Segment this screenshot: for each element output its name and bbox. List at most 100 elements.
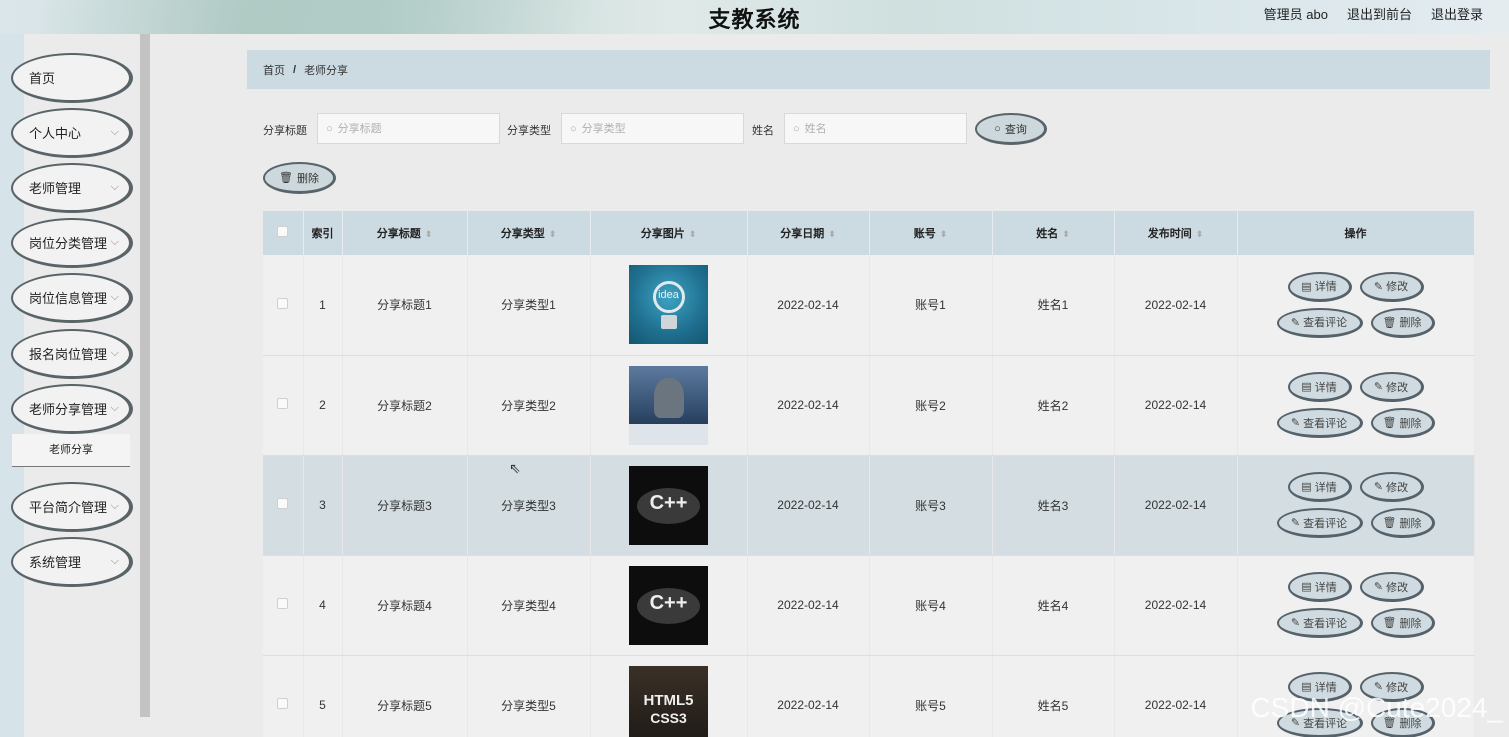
hooded-person-figure [654, 377, 684, 418]
share-image-idea[interactable]: idea [629, 265, 708, 345]
thumb-caption: idea [658, 289, 679, 302]
col-account[interactable]: 账号 ⬍ [869, 211, 993, 255]
sidebar-item-teacher-management[interactable]: 老师管理 ⌵ [11, 163, 133, 213]
delete-button[interactable]: 🗑 删除 [1370, 508, 1435, 538]
sidebar-item-label: 岗位分类管理 [29, 236, 108, 251]
sidebar-subitem-teacher-share[interactable]: 老师分享 [12, 434, 130, 467]
desk-shape [629, 423, 708, 445]
batch-delete-button[interactable]: 🗑 删除 [263, 162, 336, 194]
view-comments-button[interactable]: ✎ 查看评论 [1276, 408, 1363, 438]
col-label: 姓名 [1036, 228, 1059, 240]
row-index: 4 [303, 555, 343, 656]
share-image-cpp[interactable]: C++ [629, 465, 708, 545]
share-image-hacker[interactable] [629, 365, 708, 445]
sort-icon[interactable]: ⬍ [1196, 229, 1204, 239]
chevron-down-icon: ⌵ [110, 181, 119, 193]
row-actions: ▤ 详情 ✎ 修改 ✎ 查看评论 🗑 删除 [1238, 472, 1474, 538]
sort-icon[interactable]: ⬍ [1062, 229, 1070, 239]
row-title: 分享标题4 [342, 555, 468, 656]
breadcrumb: 首页 / 老师分享 [247, 50, 1490, 89]
edit-button[interactable]: ✎ 修改 [1359, 472, 1424, 502]
row-account: 账号4 [869, 555, 993, 656]
row-title: 分享标题2 [342, 355, 468, 456]
detail-button[interactable]: ▤ 详情 [1287, 472, 1352, 502]
breadcrumb-current: 老师分享 [304, 64, 349, 77]
view-comments-button[interactable]: ✎ 查看评论 [1276, 508, 1363, 538]
col-name[interactable]: 姓名 ⬍ [992, 211, 1115, 255]
share-type-label: 分享类型 [507, 125, 551, 137]
sidebar-item-position-category[interactable]: 岗位分类管理 ⌵ [11, 218, 133, 268]
row-checkbox[interactable] [277, 698, 289, 709]
sidebar-item-enrollment[interactable]: 报名岗位管理 ⌵ [11, 329, 133, 379]
sidebar-item-personal-center[interactable]: 个人中心 ⌵ [11, 108, 133, 158]
delete-button[interactable]: 🗑 删除 [1370, 608, 1435, 638]
sidebar-scrollbar[interactable] [140, 34, 150, 717]
sort-icon[interactable]: ⬍ [549, 229, 557, 239]
query-button[interactable]: ○ 查询 [975, 113, 1047, 145]
name-field[interactable]: ○ [784, 113, 967, 144]
chevron-down-icon: ⌵ [110, 500, 119, 512]
pencil-icon: ✎ [1373, 280, 1384, 293]
row-name: 姓名2 [992, 355, 1115, 456]
row-type: 分享类型1 [467, 255, 591, 356]
row-checkbox[interactable] [277, 598, 289, 609]
view-comments-button[interactable]: ✎ 查看评论 [1276, 307, 1363, 338]
edit-label: 修改 [1386, 581, 1409, 594]
share-title-field[interactable]: ○ [317, 113, 500, 144]
edit-button[interactable]: ✎ 修改 [1359, 372, 1424, 402]
col-label: 分享标题 [376, 228, 421, 240]
edit-button[interactable]: ✎ 修改 [1359, 271, 1424, 302]
comments-label: 查看评论 [1303, 517, 1348, 530]
select-all-checkbox[interactable] [277, 226, 289, 237]
row-publish-time: 2022-02-14 [1114, 555, 1238, 656]
detail-button[interactable]: ▤ 详情 [1287, 271, 1352, 302]
row-date: 2022-02-14 [747, 655, 870, 737]
share-type-field[interactable]: ○ [561, 113, 744, 144]
detail-button[interactable]: ▤ 详情 [1287, 372, 1352, 402]
share-title-input[interactable] [337, 122, 488, 135]
col-share-type[interactable]: 分享类型 ⬍ [467, 211, 591, 255]
row-account: 账号1 [869, 255, 993, 356]
share-image-html5-css3[interactable]: HTML5 CSS3 [629, 665, 708, 737]
row-checkbox[interactable] [277, 498, 289, 509]
edit-button[interactable]: ✎ 修改 [1359, 572, 1424, 602]
delete-button[interactable]: 🗑 删除 [1370, 408, 1435, 438]
chevron-down-icon: ⌵ [110, 347, 119, 359]
sort-icon[interactable]: ⬍ [425, 229, 433, 239]
row-account: 账号2 [869, 355, 993, 456]
row-checkbox[interactable] [277, 398, 289, 409]
share-image-cpp[interactable]: C++ [629, 565, 708, 645]
row-type: 分享类型2 [467, 355, 591, 456]
view-comments-button[interactable]: ✎ 查看评论 [1276, 608, 1363, 638]
delete-label: 删除 [1399, 317, 1422, 330]
col-label: 发布时间 [1147, 228, 1192, 240]
sidebar-item-teacher-share[interactable]: 老师分享管理 ⌵ [11, 384, 133, 434]
document-icon: ▤ [1301, 381, 1312, 393]
exit-to-front-link[interactable]: 退出到前台 [1347, 4, 1412, 23]
logout-link[interactable]: 退出登录 [1431, 4, 1483, 23]
sidebar-item-platform-intro[interactable]: 平台简介管理 ⌵ [11, 482, 133, 532]
col-share-date[interactable]: 分享日期 ⬍ [747, 211, 870, 255]
thumb-caption: C++ [649, 491, 688, 514]
sort-icon[interactable]: ⬍ [689, 229, 697, 239]
col-publish-time[interactable]: 发布时间 ⬍ [1114, 211, 1238, 255]
col-share-title[interactable]: 分享标题 ⬍ [342, 211, 468, 255]
sort-icon[interactable]: ⬍ [940, 229, 948, 239]
col-share-image[interactable]: 分享图片 ⬍ [590, 211, 748, 255]
row-checkbox[interactable] [277, 297, 289, 309]
breadcrumb-home[interactable]: 首页 [263, 62, 285, 78]
row-actions: ▤ 详情 ✎ 修改 ✎ 查看评论 🗑 删除 [1238, 372, 1474, 438]
name-input[interactable] [804, 122, 955, 135]
share-type-input[interactable] [581, 122, 732, 135]
comments-label: 查看评论 [1303, 317, 1348, 330]
detail-button[interactable]: ▤ 详情 [1287, 572, 1352, 602]
delete-button[interactable]: 🗑 删除 [1370, 307, 1435, 338]
pencil-icon: ✎ [1290, 417, 1301, 429]
edit-label: 修改 [1386, 281, 1409, 294]
sidebar-item-position-info[interactable]: 岗位信息管理 ⌵ [11, 273, 133, 323]
sidebar-item-home[interactable]: 首页 [11, 53, 133, 103]
row-index: 3 [303, 455, 343, 556]
sort-icon[interactable]: ⬍ [828, 229, 836, 239]
row-actions: ▤ 详情 ✎ 修改 ✎ 查看评论 🗑 删除 [1238, 271, 1474, 338]
sidebar-item-system[interactable]: 系统管理 ⌵ [11, 537, 133, 587]
